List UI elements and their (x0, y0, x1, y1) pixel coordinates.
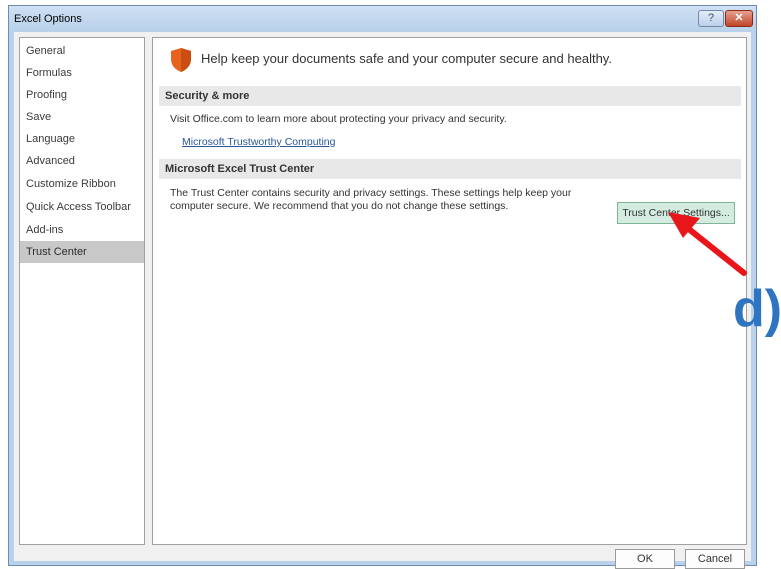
trust-center-description-line2: computer secure. We recommend that you d… (170, 200, 509, 212)
panel-header: Help keep your documents safe and your c… (159, 44, 739, 74)
sidebar-item-advanced[interactable]: Advanced (20, 150, 144, 172)
shield-icon (171, 48, 191, 72)
help-button[interactable]: ? (698, 10, 724, 27)
excel-options-dialog: Excel Options ? ✕ General Formulas Proof… (8, 5, 757, 569)
sidebar-item-customize-ribbon[interactable]: Customize Ribbon (20, 173, 144, 195)
sidebar-item-language[interactable]: Language (20, 128, 144, 150)
sidebar-item-save[interactable]: Save (20, 106, 144, 128)
ok-button[interactable]: OK (615, 549, 675, 569)
title-bar: Excel Options ? ✕ (9, 6, 756, 32)
window-title: Excel Options (14, 13, 82, 25)
sidebar-item-trust-center[interactable]: Trust Center (20, 241, 144, 263)
annotation-label: d) (733, 280, 781, 338)
close-button[interactable]: ✕ (725, 10, 753, 27)
trust-center-description-line1: The Trust Center contains security and p… (170, 187, 572, 199)
trustworthy-computing-link[interactable]: Microsoft Trustworthy Computing (182, 136, 335, 148)
sidebar-item-add-ins[interactable]: Add-ins (20, 219, 144, 241)
security-section-title: Security & more (159, 86, 741, 106)
sidebar-item-formulas[interactable]: Formulas (20, 62, 144, 84)
options-sidebar: General Formulas Proofing Save Language … (19, 37, 145, 545)
sidebar-item-quick-access-toolbar[interactable]: Quick Access Toolbar (20, 196, 144, 218)
trust-center-settings-button[interactable]: Trust Center Settings... (617, 202, 735, 224)
panel-header-text: Help keep your documents safe and your c… (201, 51, 612, 66)
trust-center-panel: Help keep your documents safe and your c… (152, 37, 747, 545)
dialog-client-area: General Formulas Proofing Save Language … (14, 32, 751, 569)
cancel-button[interactable]: Cancel (685, 549, 745, 569)
trust-center-section-title: Microsoft Excel Trust Center (159, 159, 741, 179)
sidebar-item-general[interactable]: General (20, 40, 144, 62)
sidebar-item-proofing[interactable]: Proofing (20, 84, 144, 106)
security-description: Visit Office.com to learn more about pro… (170, 113, 507, 125)
